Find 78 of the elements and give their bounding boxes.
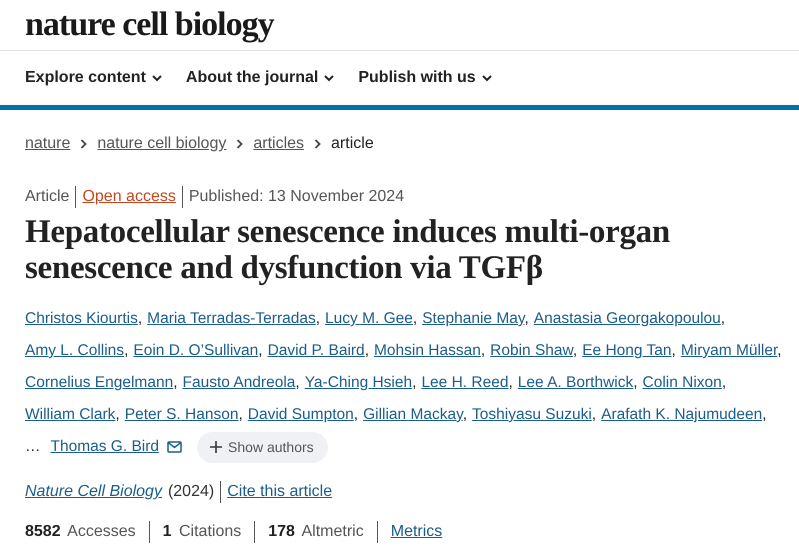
separator: ,	[258, 342, 263, 359]
author-link[interactable]: Christos Kiourtis	[25, 310, 138, 327]
article-type: Article	[25, 188, 70, 206]
chevron-right-icon	[314, 139, 322, 149]
author-link[interactable]: Maria Terradas-Terradas	[147, 310, 316, 327]
author-link[interactable]: Eoin D. O’Sullivan	[133, 342, 258, 359]
cite-link[interactable]: Cite this article	[227, 483, 332, 501]
metric: 178 Altmetric	[268, 523, 364, 541]
chevron-right-icon	[80, 139, 88, 149]
separator: ,	[777, 342, 782, 359]
chevron-down-icon	[324, 74, 334, 82]
separator: ,	[238, 406, 243, 423]
open-access-link[interactable]: Open access	[82, 188, 176, 206]
article-title: Hepatocellular senescence induces multi-organ senescence and dysfunction via TGFβ	[25, 214, 671, 286]
metric: 1 Citations	[162, 523, 242, 541]
separator: ,	[138, 310, 142, 327]
author-link[interactable]: Arafath K. Najumudeen	[601, 406, 762, 423]
breadcrumb-current: article	[331, 135, 374, 153]
author-link[interactable]: Colin Nixon	[642, 374, 722, 391]
show-authors-button[interactable]: Show authors	[197, 432, 328, 462]
author-link[interactable]: Toshiyasu Suzuki	[472, 406, 592, 423]
separator: ,	[354, 406, 358, 423]
separator: ,	[762, 406, 767, 423]
author-link[interactable]: Lucy M. Gee	[325, 310, 413, 327]
separator: ,	[173, 374, 178, 391]
journal-link[interactable]: Nature Cell Biology	[25, 483, 162, 501]
separator: ,	[412, 374, 416, 391]
separator: ,	[720, 310, 726, 327]
author-link[interactable]: Stephanie May	[422, 310, 524, 327]
separator: ,	[480, 342, 486, 359]
author-link[interactable]: Peter S. Hanson	[124, 406, 238, 423]
separator: ,	[295, 374, 300, 391]
separator: ,	[524, 310, 529, 327]
nav-menu-item[interactable]: About the journal	[186, 69, 334, 87]
author-link[interactable]: Anastasia Georgakopoulou	[534, 310, 721, 327]
breadcrumb-link[interactable]: nature cell biology	[97, 135, 226, 153]
author-link[interactable]: Lee H. Reed	[421, 374, 508, 391]
separator: ,	[508, 374, 513, 391]
chevron-right-icon	[236, 139, 244, 149]
breadcrumb-link[interactable]: articles	[253, 135, 304, 153]
nav-menu-item[interactable]: Publish with us	[358, 69, 492, 87]
chevron-down-icon	[152, 74, 162, 82]
ellipsis: …	[25, 437, 40, 457]
metric: 8582 Accesses	[25, 523, 136, 541]
publication-year: (2024)	[168, 483, 214, 501]
author-link[interactable]: Cornelius Engelmann	[25, 374, 174, 391]
separator: ,	[572, 342, 578, 359]
email-icon[interactable]	[167, 441, 182, 453]
separator: ,	[115, 406, 120, 423]
author-link[interactable]: Lee A. Borthwick	[518, 374, 634, 391]
journal-logo[interactable]: nature cell biology	[25, 6, 274, 44]
separator: ,	[672, 342, 676, 359]
nav-menu-item[interactable]: Explore content	[25, 69, 162, 87]
metrics-link[interactable]: Metrics	[390, 523, 442, 541]
breadcrumb-link[interactable]: nature	[25, 135, 70, 153]
separator: ,	[364, 342, 369, 359]
author-link[interactable]: David P. Baird	[268, 342, 365, 359]
separator: ,	[722, 374, 726, 391]
author-link[interactable]: Thomas G. Bird	[50, 431, 160, 463]
separator: ,	[633, 374, 638, 391]
author-link[interactable]: Ee Hong Tan	[582, 342, 672, 359]
author-link[interactable]: Ya-Ching Hsieh	[304, 374, 412, 391]
chevron-down-icon	[482, 74, 492, 82]
author-link[interactable]: David Sumpton	[248, 406, 354, 423]
separator: ,	[412, 310, 418, 327]
separator: ,	[462, 406, 468, 423]
published-date: Published: 13 November 2024	[188, 188, 404, 206]
author-link[interactable]: Miryam Müller	[680, 342, 778, 359]
separator: ,	[124, 342, 128, 359]
author-link[interactable]: Robin Shaw	[490, 342, 573, 359]
author-link[interactable]: Amy L. Collins	[25, 342, 124, 359]
author-link[interactable]: William Clark	[25, 406, 116, 423]
separator: ,	[592, 406, 596, 423]
author-link[interactable]: Gillian Mackay	[363, 406, 463, 423]
separator: ,	[316, 310, 320, 327]
author-link[interactable]: Mohsin Hassan	[374, 342, 481, 359]
author-link[interactable]: Fausto Andreola	[182, 374, 296, 391]
plus-icon	[210, 440, 222, 452]
